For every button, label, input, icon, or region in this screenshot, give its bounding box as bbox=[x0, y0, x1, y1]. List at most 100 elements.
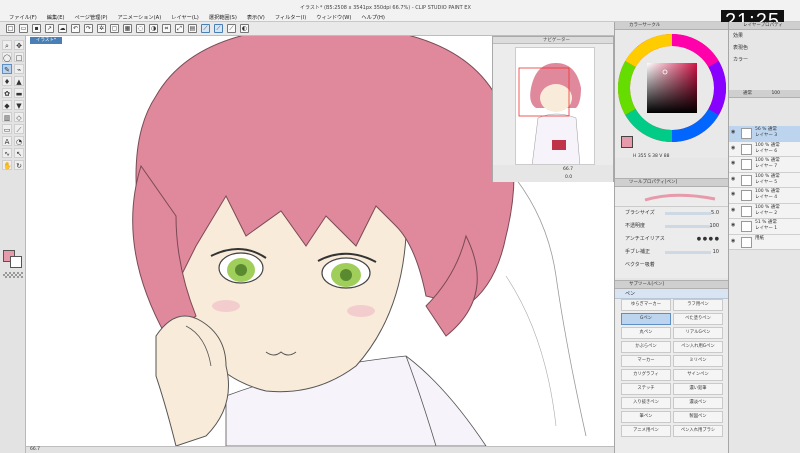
grid-icon[interactable]: ▤ bbox=[188, 24, 197, 33]
new-file-icon[interactable]: □ bbox=[6, 24, 15, 33]
subtool-brush-item[interactable]: 製図ペン bbox=[673, 411, 723, 423]
subtool-brush-item[interactable]: 濃い鉛筆 bbox=[673, 383, 723, 395]
layer-row[interactable]: ◉ 100 % 通常 レイヤー 2 bbox=[729, 203, 800, 219]
selection-tool-icon[interactable]: □ bbox=[14, 52, 24, 62]
subtool-brush-item[interactable]: カリグラフィ bbox=[621, 369, 671, 381]
subtool-brush-item[interactable]: Gペン bbox=[621, 313, 671, 325]
undo-icon[interactable]: ↶ bbox=[71, 24, 80, 33]
opacity-value[interactable]: 100 bbox=[709, 220, 719, 233]
layer-row[interactable]: ◉ 100 % 通常 レイヤー 4 bbox=[729, 188, 800, 204]
subtool-brush-item[interactable]: マーカー bbox=[621, 355, 671, 367]
ruler-tool-icon[interactable]: ⟋ bbox=[14, 124, 24, 134]
canvas-tab[interactable]: イラスト* bbox=[30, 37, 63, 44]
hand-tool-icon[interactable]: ✋ bbox=[2, 160, 12, 170]
balloon-tool-icon[interactable]: ◔ bbox=[14, 136, 24, 146]
layer-row[interactable]: ◉ 56 % 通常 レイヤー 3 bbox=[729, 126, 800, 142]
layer-visibility-eye-icon[interactable]: ◉ bbox=[731, 130, 736, 135]
snap-grid-icon[interactable]: ⟋ bbox=[227, 24, 236, 33]
subtool-brush-item[interactable]: ペン入れ用ブラシ bbox=[673, 425, 723, 437]
brush-size-value[interactable]: 5.0 bbox=[711, 207, 719, 220]
status-zoom[interactable]: 66.7 bbox=[30, 447, 40, 452]
transform-icon[interactable]: ⤢ bbox=[175, 24, 184, 33]
expression-select-row[interactable]: カラー bbox=[729, 54, 800, 66]
export-icon[interactable]: ↗ bbox=[45, 24, 54, 33]
layer-row[interactable]: ◉ 100 % 通常 レイヤー 6 bbox=[729, 141, 800, 157]
frame-tool-icon[interactable]: ▭ bbox=[2, 124, 12, 134]
snap-special-ruler-icon[interactable]: ⟋ bbox=[214, 24, 223, 33]
brush-size-slider[interactable] bbox=[665, 212, 711, 215]
stabilization-slider[interactable] bbox=[665, 251, 711, 254]
layer-visibility-eye-icon[interactable]: ◉ bbox=[731, 161, 736, 166]
subtool-brush-item[interactable]: アニメ用ペン bbox=[621, 425, 671, 437]
settings-icon[interactable]: ✲ bbox=[97, 24, 106, 33]
deselect-icon[interactable]: ◌ bbox=[136, 24, 145, 33]
subtool-brush-item[interactable]: 入り抜きペン bbox=[621, 397, 671, 409]
layer-visibility-eye-icon[interactable]: ◉ bbox=[731, 176, 736, 182]
menu-window[interactable]: ウィンドウ(W) bbox=[311, 14, 356, 21]
subtool-brush-item[interactable]: ラフ用ペン bbox=[673, 299, 723, 311]
opacity-slider[interactable] bbox=[665, 225, 711, 228]
open-file-icon[interactable]: ▭ bbox=[19, 24, 28, 33]
rotate-tool-icon[interactable]: ↻ bbox=[14, 160, 24, 170]
stabilization-row[interactable]: 手ブレ補正 10 bbox=[615, 246, 729, 259]
layer-row[interactable]: ◉ 用紙 bbox=[729, 234, 800, 250]
text-tool-icon[interactable]: A bbox=[2, 136, 12, 146]
expression-select[interactable]: カラー bbox=[733, 57, 748, 63]
subtool-brush-item[interactable]: リアルGペン bbox=[673, 327, 723, 339]
gradient-icon[interactable]: ▥ bbox=[2, 112, 12, 122]
crop-icon[interactable]: ⌗ bbox=[162, 24, 171, 33]
pen-tool-icon[interactable]: ✎ bbox=[2, 64, 12, 74]
layer-row[interactable]: ◉ 100 % 通常 レイヤー 5 bbox=[729, 172, 800, 188]
cloud-icon[interactable]: ☁ bbox=[58, 24, 67, 33]
redo-icon[interactable]: ↷ bbox=[84, 24, 93, 33]
layer-row[interactable]: ◉ 100 % 通常 レイヤー 7 bbox=[729, 157, 800, 173]
move-tool-icon[interactable]: ✥ bbox=[14, 40, 24, 50]
navigator-zoom[interactable]: 66.7 bbox=[563, 167, 573, 172]
subtool-brush-item[interactable]: ゆらぎマーカー bbox=[621, 299, 671, 311]
transparent-color-swatch[interactable] bbox=[3, 272, 23, 278]
menu-edit[interactable]: 編集(E) bbox=[42, 14, 70, 21]
menu-view[interactable]: 表示(V) bbox=[242, 14, 270, 21]
lasso-tool-icon[interactable]: ◯ bbox=[2, 52, 12, 62]
subtool-brush-item[interactable]: 丸ペン bbox=[621, 327, 671, 339]
subtool-brush-item[interactable]: かぶらペン bbox=[621, 341, 671, 353]
layer-visibility-eye-icon[interactable]: ◉ bbox=[731, 223, 736, 228]
eyedropper-icon[interactable]: ⌁ bbox=[14, 64, 24, 74]
clear-icon[interactable]: ▢ bbox=[110, 24, 119, 33]
blend-mode-select[interactable]: 通常 bbox=[743, 91, 752, 96]
subtool-brush-item[interactable]: ステッチ bbox=[621, 383, 671, 395]
menu-file[interactable]: ファイル(F) bbox=[4, 14, 42, 21]
airbrush-icon[interactable]: ▲ bbox=[14, 76, 24, 86]
menu-animation[interactable]: アニメーション(A) bbox=[113, 14, 167, 21]
zoom-tool-icon[interactable]: ⌕ bbox=[2, 40, 12, 50]
navigator-preview[interactable] bbox=[515, 47, 595, 165]
menu-layer[interactable]: レイヤー(L) bbox=[166, 14, 204, 21]
menu-page[interactable]: ページ管理(P) bbox=[70, 14, 113, 21]
subtool-brush-item[interactable]: ベた塗りペン bbox=[673, 313, 723, 325]
operation-tool-icon[interactable]: ↖ bbox=[14, 148, 24, 158]
layer-visibility-eye-icon[interactable]: ◉ bbox=[731, 192, 736, 197]
subtool-brush-item[interactable]: 濃淡ペン bbox=[673, 397, 723, 409]
stabilization-value[interactable]: 10 bbox=[713, 246, 719, 259]
invert-icon[interactable]: ◑ bbox=[149, 24, 158, 33]
brush-tool-icon[interactable]: ♦ bbox=[2, 76, 12, 86]
vector-snap-row[interactable]: ベクター吸着 bbox=[615, 259, 729, 272]
layer-opacity[interactable]: 100 bbox=[771, 91, 780, 96]
menu-help[interactable]: ヘルプ(H) bbox=[356, 14, 390, 21]
opacity-row[interactable]: 不透明度 100 bbox=[615, 220, 729, 233]
layer-visibility-eye-icon[interactable]: ◉ bbox=[731, 145, 736, 151]
decoration-tool-icon[interactable]: ✿ bbox=[2, 88, 12, 98]
eraser-icon[interactable]: ▬ bbox=[14, 88, 24, 98]
navigator-rotation[interactable]: 0.0 bbox=[565, 175, 572, 180]
fill-icon[interactable]: ▦ bbox=[123, 24, 132, 33]
current-color-swatch[interactable] bbox=[621, 136, 633, 148]
snap-ruler-icon[interactable]: ⟋ bbox=[201, 24, 210, 33]
layer-visibility-eye-icon[interactable]: ◉ bbox=[731, 238, 736, 244]
fill-tool-icon[interactable]: ▼ bbox=[14, 100, 24, 110]
layer-visibility-eye-icon[interactable]: ◉ bbox=[731, 207, 736, 213]
brush-size-row[interactable]: ブラシサイズ 5.0 bbox=[615, 207, 729, 220]
subtool-brush-item[interactable]: サインペン bbox=[673, 369, 723, 381]
correct-line-icon[interactable]: ∿ bbox=[2, 148, 12, 158]
figure-tool-icon[interactable]: ◇ bbox=[14, 112, 24, 122]
subtool-brush-item[interactable]: ミリペン bbox=[673, 355, 723, 367]
